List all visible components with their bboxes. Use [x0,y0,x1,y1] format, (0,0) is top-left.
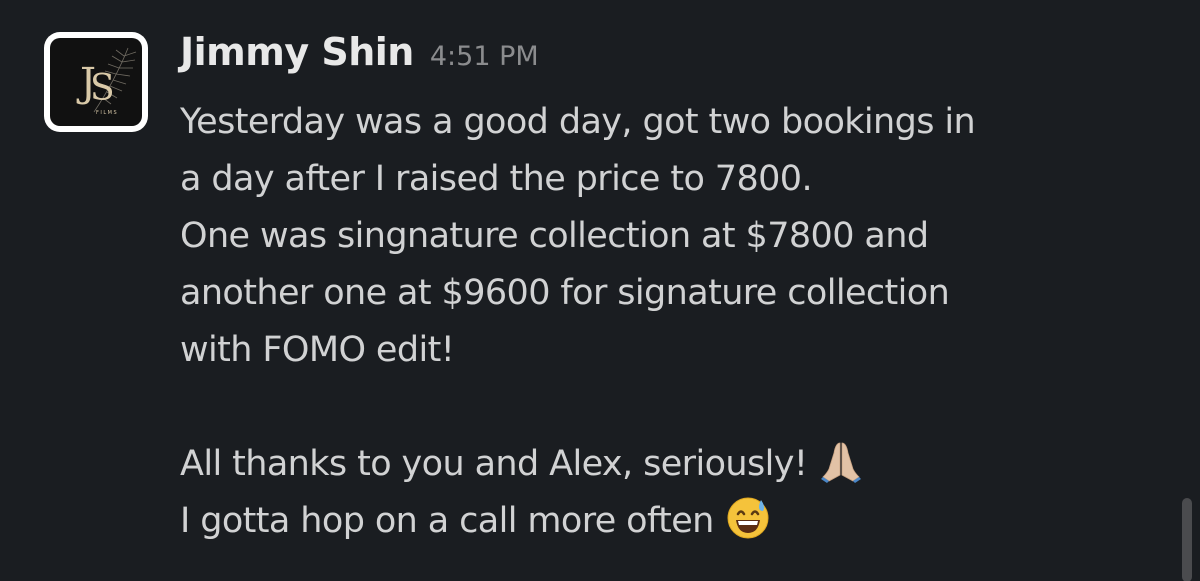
timestamp[interactable]: 4:51 PM [430,41,539,72]
message-line: another one at $9600 for signature colle… [180,273,950,313]
svg-text:S: S [90,68,115,109]
sender-name[interactable]: Jimmy Shin [180,30,414,74]
avatar[interactable]: J S FILMS [44,32,148,132]
chat-message: J S FILMS Jimmy Shin 4:51 PM Yesterday w… [0,0,1200,581]
message-header: Jimmy Shin 4:51 PM [180,30,539,90]
message-line: One was singnature collection at $7800 a… [180,216,929,256]
message-body: Yesterday was a good day, got two bookin… [180,94,1170,550]
message-line-with-emoji: All thanks to you and Alex, seriously! [180,436,1170,493]
folded-hands-emoji[interactable] [819,439,863,501]
message-line-with-emoji: I gotta hop on a call more often [180,493,1170,550]
message-line: a day after I raised the price to 7800. [180,159,813,199]
message-line-text: All thanks to you and Alex, seriously! [180,444,808,484]
svg-text:FILMS: FILMS [96,110,118,116]
message-line: with FOMO edit! [180,330,455,370]
message-line: Yesterday was a good day, got two bookin… [180,102,976,142]
grinning-face-with-sweat-emoji[interactable] [726,496,770,558]
message-line-text: I gotta hop on a call more often [180,501,714,541]
scrollbar[interactable] [1182,498,1192,581]
avatar-logo: J S FILMS [50,38,142,126]
